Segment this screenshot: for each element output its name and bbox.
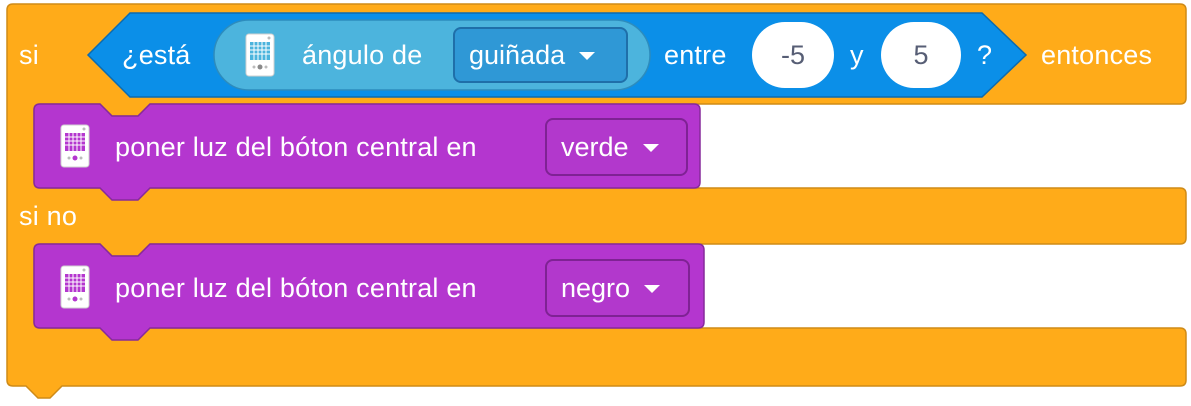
set-light-label: poner luz del bóton central en [115,273,477,303]
low-value-input[interactable]: -5 [752,22,834,88]
low-value-text: -5 [780,39,805,70]
question-mark: ? [977,40,993,70]
between-label: entre [664,40,727,70]
and-label: y [850,40,864,70]
is-label: ¿está [122,40,191,70]
high-value-input[interactable]: 5 [881,22,961,88]
axis-dropdown-value: guiñada [469,39,566,70]
hub-icon [245,33,275,77]
chevron-down-icon [642,144,659,152]
axis-dropdown[interactable]: guiñada [453,27,628,83]
set-light-label: poner luz del bóton central en [115,132,477,162]
light-color-value: negro [561,272,631,303]
light-color-dropdown[interactable]: negro [545,259,690,317]
hub-icon [60,265,90,309]
hub-icon [60,124,90,168]
light-color-dropdown[interactable]: verde [545,118,688,176]
if-label: si [19,40,39,70]
angle-of-label: ángulo de [302,40,423,70]
chevron-down-icon [644,285,661,293]
light-color-value: verde [561,131,629,162]
then-label: entonces [1041,40,1153,70]
else-label: si no [19,201,78,231]
chevron-down-icon [579,52,596,60]
high-value-text: 5 [913,39,929,70]
